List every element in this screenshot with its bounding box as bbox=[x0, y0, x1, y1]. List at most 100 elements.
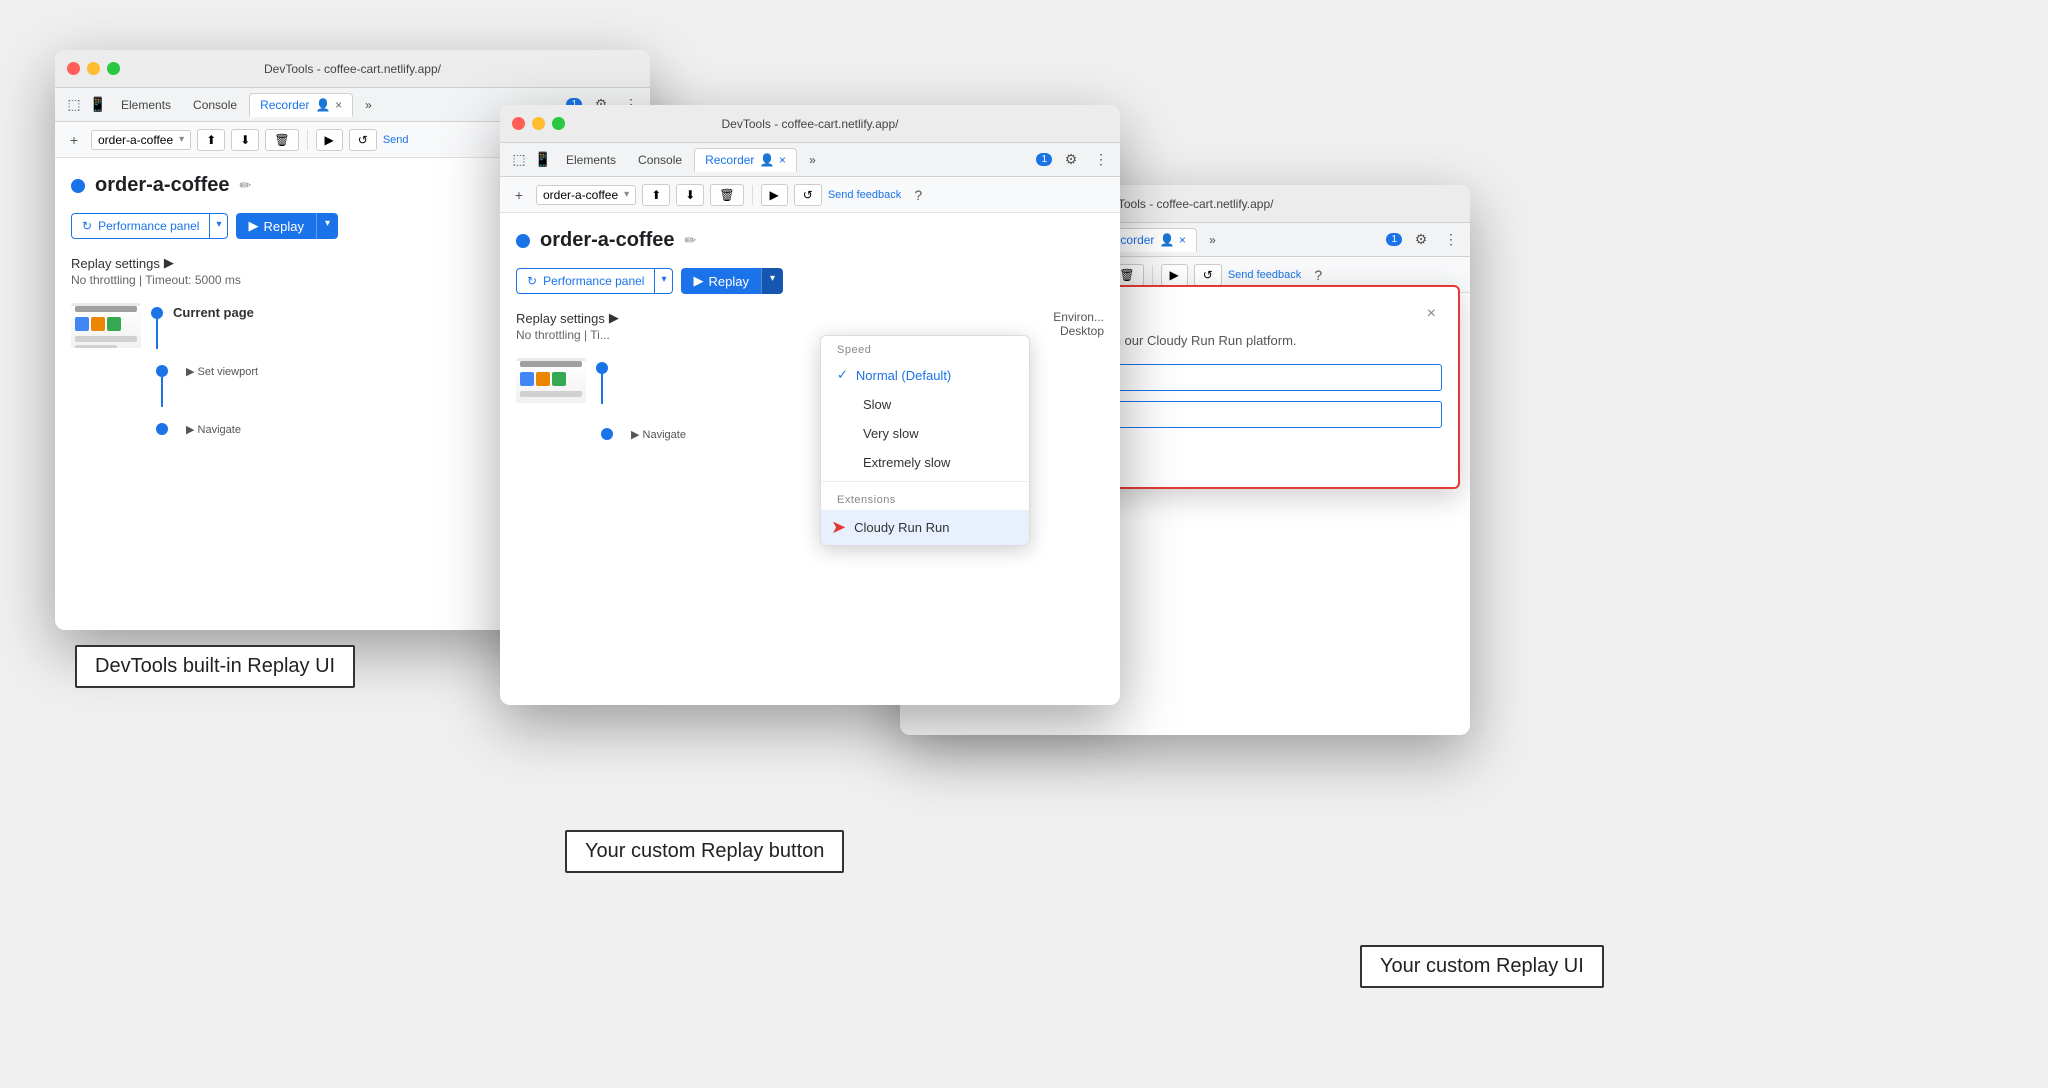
menu-cloudy-run[interactable]: ➤ Cloudy Run Run bbox=[821, 510, 1029, 545]
recorder-tab-label-1: Recorder bbox=[260, 98, 309, 112]
record-btn-3[interactable]: ▶ bbox=[1161, 264, 1188, 286]
device-icon-2[interactable]: 📱 bbox=[532, 149, 554, 171]
export-btn-2[interactable]: ⬆ bbox=[642, 184, 670, 206]
redo-btn-2[interactable]: ↺ bbox=[794, 184, 822, 206]
title-bar-1: DevTools - coffee-cart.netlify.app/ bbox=[55, 50, 650, 88]
delete-btn-1[interactable]: 🗑 bbox=[265, 129, 298, 151]
minimize-btn-2[interactable] bbox=[532, 117, 545, 130]
delete-btn-2[interactable]: 🗑 bbox=[710, 184, 743, 206]
close-btn-2[interactable] bbox=[512, 117, 525, 130]
toolbar-2: + order-a-coffee ▾ ⬆ ⬇ 🗑 ▶ ↺ Send feedba… bbox=[500, 177, 1120, 213]
perf-icon-2: ↻ bbox=[527, 274, 537, 288]
tab-elements-2[interactable]: Elements bbox=[556, 149, 626, 171]
dialog-close-btn[interactable]: × bbox=[1421, 303, 1442, 325]
tab-console-1[interactable]: Console bbox=[183, 94, 247, 116]
menu-extremely-slow[interactable]: Extremely slow bbox=[821, 448, 1029, 477]
divider-3 bbox=[1152, 265, 1153, 285]
recording-name-1: order-a-coffee bbox=[98, 133, 173, 147]
import-btn-2[interactable]: ⬇ bbox=[676, 184, 704, 206]
menu-slow[interactable]: Slow bbox=[821, 390, 1029, 419]
more-icon-3[interactable]: ⋮ bbox=[1440, 229, 1462, 251]
send-feedback-1[interactable]: Send bbox=[383, 134, 409, 146]
send-feedback-2[interactable]: Send feedback bbox=[828, 189, 901, 201]
minimize-btn-1[interactable] bbox=[87, 62, 100, 75]
thumb-content-2 bbox=[516, 361, 586, 403]
replay-btn-1[interactable]: ▶ Replay bbox=[236, 213, 315, 239]
edit-icon-1[interactable]: ✏ bbox=[239, 177, 251, 194]
step-connector-2 bbox=[156, 361, 168, 407]
step-connector-1 bbox=[151, 303, 163, 349]
edit-icon-2[interactable]: ✏ bbox=[684, 232, 696, 249]
settings-icon-3[interactable]: ⚙ bbox=[1410, 229, 1432, 251]
perf-panel-btn-2[interactable]: ↻ Performance panel bbox=[516, 268, 655, 294]
step-connector-3 bbox=[156, 419, 168, 435]
perf-panel-label-1: Performance panel bbox=[98, 219, 199, 233]
close-btn-1[interactable] bbox=[67, 62, 80, 75]
replay-chevron-1[interactable]: ▾ bbox=[316, 213, 338, 239]
replay-chevron-2[interactable]: ▾ bbox=[761, 268, 783, 294]
replay-group-2: ▶ Replay ▾ bbox=[681, 268, 783, 294]
select-chevron-1: ▾ bbox=[179, 134, 184, 145]
replay-btn-2[interactable]: ▶ Replay bbox=[681, 268, 760, 294]
settings-label-2[interactable]: Replay settings ▶ bbox=[516, 310, 1033, 326]
add-btn-2[interactable]: + bbox=[508, 184, 530, 206]
tab-more-3[interactable]: » bbox=[1199, 229, 1226, 251]
tab-more-2[interactable]: » bbox=[799, 149, 826, 171]
tab-more-1[interactable]: » bbox=[355, 94, 382, 116]
tab-actions-3: 1 ⚙ ⋮ bbox=[1386, 229, 1462, 251]
menu-divider bbox=[821, 481, 1029, 482]
step-line-2 bbox=[161, 377, 163, 407]
settings-icon-2[interactable]: ⚙ bbox=[1060, 149, 1082, 171]
more-icon-2[interactable]: ⋮ bbox=[1090, 149, 1112, 171]
help-icon-2[interactable]: ? bbox=[907, 184, 929, 206]
export-btn-1[interactable]: ⬆ bbox=[197, 129, 225, 151]
perf-panel-label-2: Performance panel bbox=[543, 274, 644, 288]
perf-chevron-2[interactable]: ▾ bbox=[655, 268, 673, 294]
step-dot-3 bbox=[156, 423, 168, 435]
step-connector-4 bbox=[596, 358, 608, 404]
device-icon[interactable]: 📱 bbox=[87, 94, 109, 116]
tab-actions-2: 1 ⚙ ⋮ bbox=[1036, 149, 1112, 171]
inspect-icon-2[interactable]: ⬚ bbox=[508, 149, 530, 171]
expand-navigate-1[interactable]: ▶ Navigate bbox=[186, 424, 241, 436]
tab-console-2[interactable]: Console bbox=[628, 149, 692, 171]
thumb-bar-5 bbox=[520, 391, 582, 397]
extensions-section-label: Extensions bbox=[821, 486, 1029, 510]
record-btn-1[interactable]: ▶ bbox=[316, 129, 343, 151]
traffic-lights-1 bbox=[67, 62, 120, 75]
tab-elements-1[interactable]: Elements bbox=[111, 94, 181, 116]
caption-custom-btn-text: Your custom Replay button bbox=[585, 840, 824, 862]
perf-panel-btn-1[interactable]: ↻ Performance panel bbox=[71, 213, 210, 239]
step-label-current: Current page bbox=[173, 303, 254, 320]
menu-normal[interactable]: ✓ Normal (Default) bbox=[821, 360, 1029, 390]
devtools-tabs-2: ⬚ 📱 Elements Console Recorder 👤 × » 1 ⚙ … bbox=[500, 143, 1120, 177]
import-btn-1[interactable]: ⬇ bbox=[231, 129, 259, 151]
record-btn-2[interactable]: ▶ bbox=[761, 184, 788, 206]
menu-very-slow[interactable]: Very slow bbox=[821, 419, 1029, 448]
send-feedback-3[interactable]: Send feedback bbox=[1228, 269, 1301, 281]
recording-select-2[interactable]: order-a-coffee ▾ bbox=[536, 185, 636, 205]
redo-btn-3[interactable]: ↺ bbox=[1194, 264, 1222, 286]
recording-dot-2 bbox=[516, 234, 530, 248]
tab-recorder-2[interactable]: Recorder 👤 × bbox=[694, 148, 797, 172]
step-line-3 bbox=[601, 374, 603, 404]
step-line-1 bbox=[156, 319, 158, 349]
badge-2: 1 bbox=[1036, 153, 1052, 166]
redo-btn-1[interactable]: ↺ bbox=[349, 129, 377, 151]
help-icon-3[interactable]: ? bbox=[1307, 264, 1329, 286]
expand-navigate-2[interactable]: ▶ Navigate bbox=[631, 429, 686, 441]
replay-controls-2: ↻ Performance panel ▾ ▶ Replay ▾ bbox=[516, 268, 1104, 294]
expand-viewport[interactable]: ▶ Set viewport bbox=[186, 366, 258, 378]
recording-select-1[interactable]: order-a-coffee ▾ bbox=[91, 130, 191, 150]
perf-chevron-1[interactable]: ▾ bbox=[210, 213, 228, 239]
tab-recorder-1[interactable]: Recorder 👤 × bbox=[249, 93, 353, 117]
maximize-btn-1[interactable] bbox=[107, 62, 120, 75]
maximize-btn-2[interactable] bbox=[552, 117, 565, 130]
add-recording-btn-1[interactable]: + bbox=[63, 129, 85, 151]
recording-dot-1 bbox=[71, 179, 85, 193]
thumb-item-3 bbox=[107, 317, 121, 331]
perf-icon-1: ↻ bbox=[82, 219, 92, 233]
recording-title-2: order-a-coffee ✏ bbox=[516, 229, 1104, 252]
settings-label-1[interactable]: Replay settings ▶ bbox=[71, 255, 547, 271]
inspect-icon[interactable]: ⬚ bbox=[63, 94, 85, 116]
